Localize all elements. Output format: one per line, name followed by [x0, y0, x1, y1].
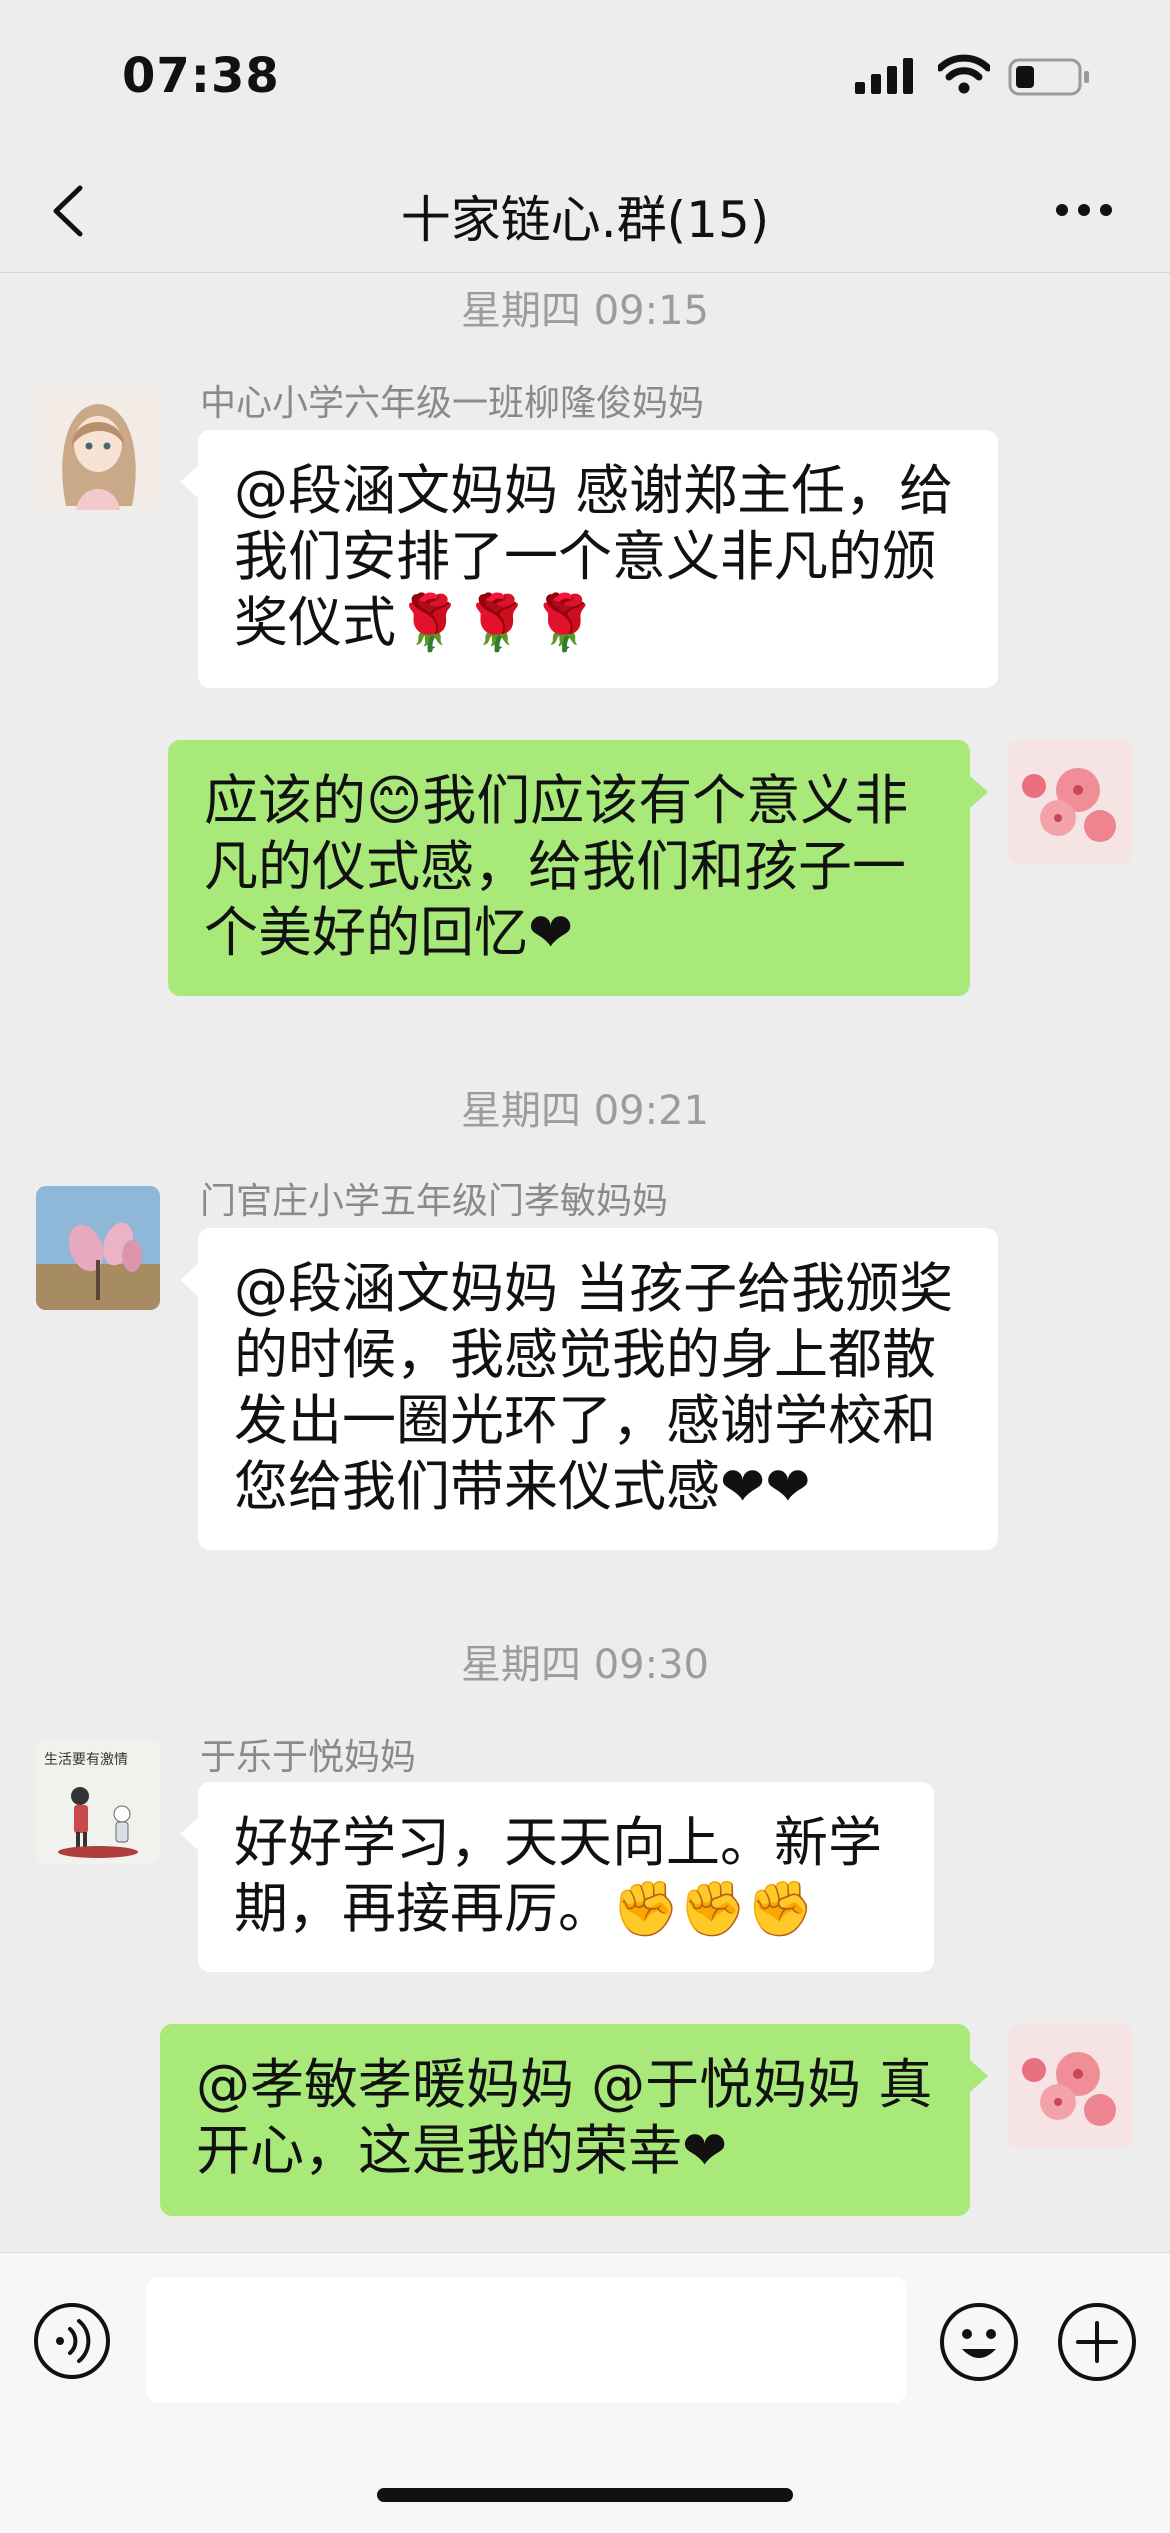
timestamp: 星期四 09:15 — [461, 288, 709, 334]
message-input[interactable] — [146, 2277, 906, 2403]
cellular-signal-icon — [855, 58, 913, 94]
avatar-caption: 生活要有激情 — [44, 1751, 128, 1768]
message-text: @段涵文妈妈 感谢郑主任，给我们安排了一个意义非凡的颁奖仪式🌹🌹🌹 — [234, 459, 954, 654]
chat-header: 十家链心.群(15) — [0, 150, 1170, 273]
my-avatar[interactable] — [1008, 740, 1132, 864]
home-indicator[interactable] — [377, 2488, 793, 2502]
message-bubble-outgoing[interactable]: @孝敏孝暖妈妈 @于悦妈妈 真开心，这是我的荣幸❤ — [160, 2024, 988, 2216]
wifi-icon — [938, 54, 990, 94]
more-dots-icon[interactable] — [1052, 190, 1116, 230]
message-bubble-outgoing[interactable]: 应该的😊我们应该有个意义非凡的仪式感，给我们和孩子一个美好的回忆❤ — [168, 740, 988, 996]
sender-name: 于乐于悦妈妈 — [200, 1737, 417, 1778]
message-bubble[interactable]: 好好学习，天天向上。新学期，再接再厉。✊✊✊ — [180, 1782, 934, 1972]
chat-title: 十家链心.群(15) — [400, 191, 770, 249]
timestamp: 星期四 09:21 — [461, 1088, 709, 1134]
sender-name: 门官庄小学五年级门孝敏妈妈 — [200, 1181, 669, 1222]
plus-icon[interactable] — [1056, 2301, 1138, 2383]
emoji-icon[interactable] — [938, 2301, 1020, 2383]
message-text: 好好学习，天天向上。新学期，再接再厉。✊✊✊ — [234, 1811, 882, 1940]
voice-icon[interactable] — [32, 2301, 112, 2381]
sender-name: 中心小学六年级一班柳隆俊妈妈 — [200, 383, 705, 424]
message-text: @孝敏孝暖妈妈 @于悦妈妈 真开心，这是我的荣幸❤ — [196, 2053, 933, 2182]
message-bubble[interactable]: @段涵文妈妈 感谢郑主任，给我们安排了一个意义非凡的颁奖仪式🌹🌹🌹 — [180, 430, 998, 688]
status-time: 07:38 — [122, 48, 280, 104]
my-avatar[interactable] — [1008, 2024, 1132, 2148]
message-text: @段涵文妈妈 当孩子给我颁奖的时候，我感觉我的身上都散发出一圈光环了，感谢学校和… — [234, 1257, 954, 1518]
avatar[interactable] — [36, 1186, 160, 1310]
status-bar: 07:38 — [0, 0, 1170, 150]
message-text: 应该的😊我们应该有个意义非凡的仪式感，给我们和孩子一个美好的回忆❤ — [204, 769, 909, 964]
message-bubble[interactable]: @段涵文妈妈 当孩子给我颁奖的时候，我感觉我的身上都散发出一圈光环了，感谢学校和… — [180, 1228, 998, 1550]
avatar[interactable] — [36, 386, 160, 510]
timestamp: 星期四 09:30 — [461, 1642, 709, 1688]
avatar[interactable]: 生活要有激情 — [36, 1740, 160, 1864]
battery-icon — [1008, 58, 1089, 96]
